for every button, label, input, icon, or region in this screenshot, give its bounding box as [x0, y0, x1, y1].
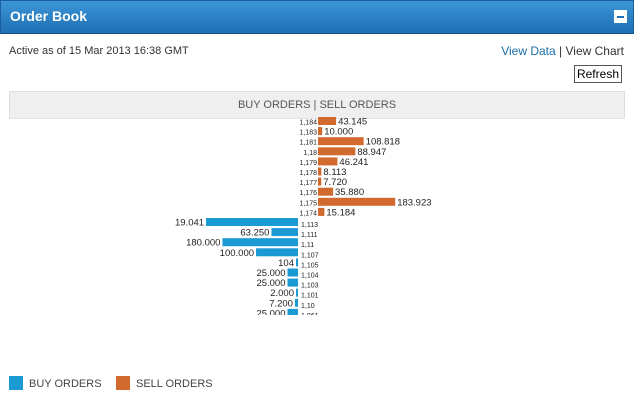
- sell-volume-label: 15.184: [326, 207, 355, 218]
- view-data-link[interactable]: View Data: [501, 44, 555, 58]
- sell-price-label: 1,181: [299, 140, 317, 147]
- buy-price-label: 1,104: [301, 273, 319, 280]
- buy-bar: [256, 248, 298, 257]
- view-links: View Data | View Chart: [501, 44, 624, 58]
- panel-title-bar: Order Book: [0, 0, 634, 34]
- sell-bar: [318, 137, 364, 146]
- legend-buy-label: BUY ORDERS: [29, 378, 102, 390]
- buy-bar: [222, 238, 298, 247]
- sell-price-label: 1,178: [299, 170, 317, 177]
- legend-sell-label: SELL ORDERS: [136, 378, 213, 390]
- view-chart-link[interactable]: View Chart: [566, 44, 624, 58]
- buy-price-label: 1,105: [301, 262, 319, 269]
- sell-bar: [318, 127, 323, 136]
- refresh-button[interactable]: Refresh: [573, 65, 622, 83]
- sell-volume-label: 183.923: [397, 197, 431, 208]
- as-of-timestamp: Active as of 15 Mar 2013 16:38 GMT: [9, 45, 189, 57]
- sell-bar: [318, 157, 338, 166]
- sell-price-label: 1,18: [303, 150, 317, 157]
- legend-buy: BUY ORDERS: [9, 376, 102, 390]
- buy-bar: [271, 228, 298, 237]
- minimize-icon[interactable]: [614, 10, 627, 23]
- buy-price-label: 1,101: [301, 293, 319, 300]
- legend-buy-swatch: [9, 376, 23, 390]
- sell-volume-label: 35.880: [335, 187, 364, 198]
- buy-bar: [294, 298, 298, 307]
- buy-volume-label: 180.000: [186, 238, 220, 249]
- buy-bar: [206, 218, 298, 226]
- sell-bar: [318, 197, 396, 206]
- buy-price-label: 1,11: [301, 242, 314, 249]
- buy-price-label: 1,10: [301, 303, 315, 310]
- sell-price-label: 1,183: [299, 130, 317, 137]
- panel-title: Order Book: [10, 8, 88, 24]
- buy-bar: [296, 258, 298, 267]
- sell-price-label: 1,175: [299, 200, 317, 207]
- sell-price-label: 1,179: [299, 160, 317, 167]
- sell-bar: [318, 167, 322, 176]
- sell-bar: [318, 187, 334, 196]
- sell-price-label: 1,177: [299, 180, 317, 187]
- buy-price-label: 1,061: [301, 313, 319, 315]
- buy-volume-label: 25.000: [256, 308, 285, 315]
- sell-bar: [318, 207, 325, 216]
- buy-price-label: 1,103: [301, 283, 319, 290]
- sell-price-label: 1,174: [299, 210, 317, 217]
- legend-sell-swatch: [116, 376, 130, 390]
- buy-bar: [287, 308, 298, 315]
- sell-bar: [318, 147, 356, 156]
- buy-bar: [287, 268, 298, 277]
- order-book-chart: 1,184 43.1451,183 10.0001,181 108.8181,18 88…: [175, 117, 432, 315]
- buy-bar: [296, 288, 298, 297]
- legend-sell: SELL ORDERS: [116, 376, 213, 390]
- sell-bar: [318, 177, 322, 186]
- buy-price-label: 1,113: [301, 222, 318, 229]
- buy-volume-label: 63.250: [240, 228, 269, 239]
- sell-bar: [318, 117, 337, 125]
- buy-price-label: 1,107: [301, 252, 319, 259]
- sell-price-label: 1,184: [299, 120, 317, 127]
- sell-price-label: 1,176: [299, 190, 317, 197]
- buy-volume-label: 100.000: [220, 248, 254, 259]
- sell-volume-label: 10.000: [324, 127, 353, 138]
- buy-volume-label: 19.041: [175, 218, 204, 229]
- buy-bar: [287, 278, 298, 287]
- buy-price-label: 1,111: [301, 232, 318, 239]
- link-separator: |: [559, 44, 563, 58]
